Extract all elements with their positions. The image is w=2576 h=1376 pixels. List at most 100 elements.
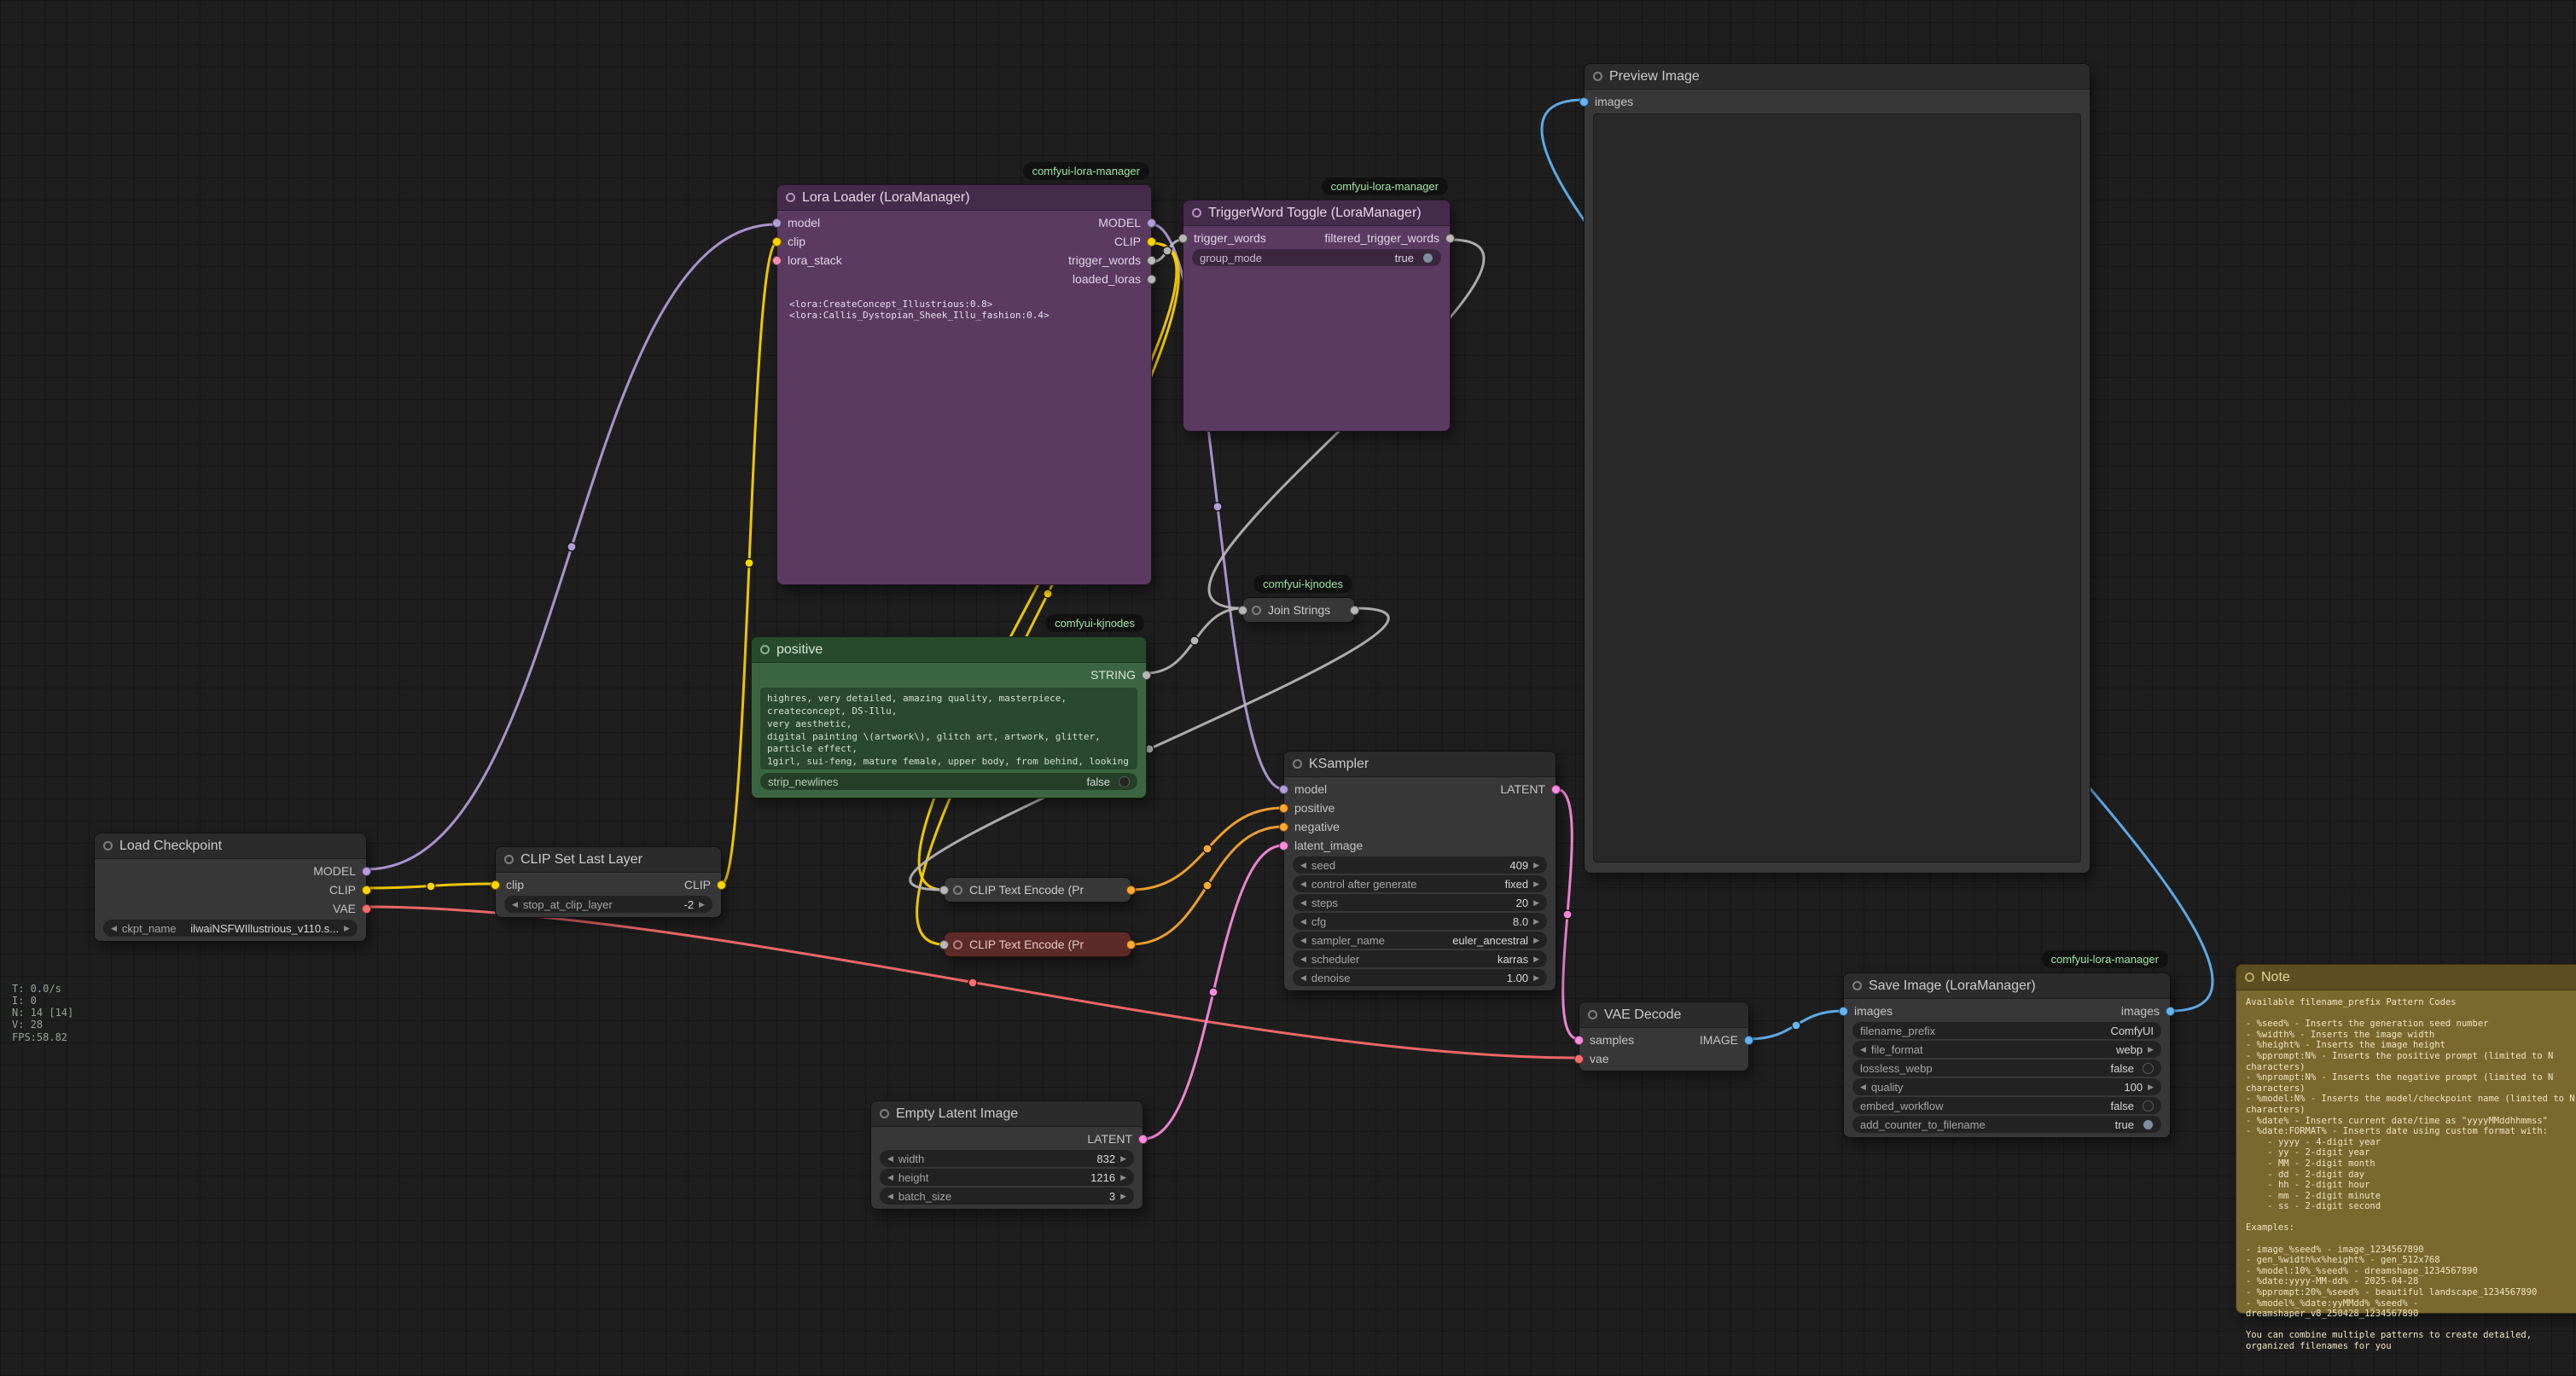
output-port-model[interactable] [1147, 218, 1156, 228]
increment-icon[interactable]: ▶ [1533, 861, 1539, 870]
widget-height[interactable]: ◀ height 1216 ▶ [880, 1169, 1134, 1186]
toggle-on-icon[interactable] [1422, 253, 1433, 264]
lora-syntax-text[interactable]: <lora:CreateConcept_Illustrious:0.8> <lo… [789, 299, 1139, 321]
input-port-lora-stack[interactable] [772, 256, 782, 265]
node-title-bar[interactable]: Join Strings [1243, 598, 1354, 622]
node-clip-text-encode-negative[interactable]: CLIP Text Encode (Pr [944, 932, 1131, 957]
increment-icon[interactable]: ▶ [1120, 1173, 1126, 1182]
widget-seed[interactable]: ◀ seed 409 ▶ [1293, 856, 1547, 874]
collapse-icon[interactable] [103, 841, 113, 851]
input-port-negative[interactable] [1279, 822, 1288, 832]
input-port-model[interactable] [772, 218, 782, 228]
prev-option-icon[interactable]: ◀ [111, 924, 117, 933]
collapse-icon[interactable] [1252, 606, 1261, 615]
next-option-icon[interactable]: ▶ [1533, 955, 1539, 964]
input-port-trigger-words[interactable] [1178, 234, 1188, 243]
note-text[interactable]: Available filename_prefix Pattern Codes … [2246, 997, 2576, 1352]
output-port-conditioning[interactable] [1126, 940, 1136, 949]
input-port[interactable] [939, 940, 949, 949]
input-port-latent-image[interactable] [1279, 841, 1288, 851]
widget-strip-newlines[interactable]: strip_newlines false [760, 773, 1137, 790]
widget-file-format[interactable]: ◀ file_format webp ▶ [1852, 1041, 2161, 1058]
input-port-model[interactable] [1279, 785, 1288, 794]
decrement-icon[interactable]: ◀ [1300, 917, 1306, 926]
next-option-icon[interactable]: ▶ [1533, 880, 1539, 889]
output-port-conditioning[interactable] [1126, 885, 1136, 895]
prev-option-icon[interactable]: ◀ [1300, 936, 1306, 945]
node-title-bar[interactable]: KSampler [1284, 752, 1555, 777]
input-port-vae[interactable] [1574, 1054, 1584, 1064]
node-title-bar[interactable]: VAE Decode [1579, 1002, 1748, 1028]
output-port-filtered-trigger-words[interactable] [1445, 234, 1455, 243]
widget-width[interactable]: ◀ width 832 ▶ [880, 1150, 1134, 1167]
increment-icon[interactable]: ▶ [1533, 917, 1539, 926]
widget-add-counter-to-filename[interactable]: add_counter_to_filename true [1852, 1116, 2161, 1133]
output-port-image[interactable] [1744, 1036, 1753, 1045]
toggle-off-icon[interactable] [2143, 1100, 2154, 1112]
output-port-trigger-words[interactable] [1147, 256, 1156, 265]
increment-icon[interactable]: ▶ [1120, 1154, 1126, 1164]
output-port-model[interactable] [362, 867, 371, 876]
widget-filename-prefix[interactable]: filename_prefix ComfyUI [1852, 1022, 2161, 1039]
collapse-icon[interactable] [1192, 208, 1201, 218]
output-port-clip[interactable] [717, 880, 726, 890]
prev-option-icon[interactable]: ◀ [1300, 955, 1306, 964]
node-title-bar[interactable]: Note [2236, 965, 2576, 990]
widget-ckpt-name[interactable]: ◀ ckpt_name ilwaiNSFWIllustrious_v110.s.… [103, 920, 358, 937]
widget-scheduler[interactable]: ◀ scheduler karras ▶ [1293, 950, 1547, 967]
widget-embed-workflow[interactable]: embed_workflow false [1852, 1097, 2161, 1114]
node-title-bar[interactable]: CLIP Text Encode (Pr [945, 932, 1131, 956]
node-title-bar[interactable]: CLIP Text Encode (Pr [945, 878, 1131, 902]
decrement-icon[interactable]: ◀ [1300, 898, 1306, 908]
decrement-icon[interactable]: ◀ [1300, 861, 1306, 870]
widget-stop-at-clip-layer[interactable]: ◀ stop_at_clip_layer -2 ▶ [504, 896, 712, 913]
input-port-clip[interactable] [491, 880, 500, 890]
output-port-vae[interactable] [362, 904, 371, 914]
collapse-icon[interactable] [2245, 972, 2254, 982]
node-empty-latent-image[interactable]: Empty Latent Image LATENT ◀ width 832 ▶ … [870, 1100, 1143, 1210]
prompt-textarea[interactable]: highres, very detailed, amazing quality,… [760, 688, 1137, 769]
widget-quality[interactable]: ◀ quality 100 ▶ [1852, 1078, 2161, 1095]
output-port-images[interactable] [2166, 1007, 2175, 1016]
collapse-icon[interactable] [953, 885, 962, 895]
collapse-icon[interactable] [953, 940, 962, 949]
node-clip-text-encode-positive[interactable]: CLIP Text Encode (Pr [944, 877, 1131, 903]
next-option-icon[interactable]: ▶ [1533, 936, 1539, 945]
increment-icon[interactable]: ▶ [1533, 898, 1539, 908]
collapse-icon[interactable] [786, 193, 795, 202]
toggle-off-icon[interactable] [2143, 1063, 2154, 1074]
widget-steps[interactable]: ◀ steps 20 ▶ [1293, 894, 1547, 911]
node-load-checkpoint[interactable]: Load Checkpoint MODEL CLIP VAE ◀ ckpt_na… [94, 833, 367, 942]
collapse-icon[interactable] [1593, 72, 1602, 81]
decrement-icon[interactable]: ◀ [887, 1154, 893, 1164]
widget-batch-size[interactable]: ◀ batch_size 3 ▶ [880, 1187, 1134, 1205]
widget-sampler-name[interactable]: ◀ sampler_name euler_ancestral ▶ [1293, 932, 1547, 949]
node-title-bar[interactable]: Empty Latent Image [871, 1101, 1143, 1127]
widget-denoise[interactable]: ◀ denoise 1.00 ▶ [1293, 969, 1547, 986]
node-save-image[interactable]: comfyui-lora-manager Save Image (LoraMan… [1843, 972, 2171, 1138]
node-note[interactable]: Note Available filename_prefix Pattern C… [2236, 964, 2576, 1314]
node-title-bar[interactable]: CLIP Set Last Layer [496, 847, 721, 873]
node-vae-decode[interactable]: VAE Decode samples IMAGE vae [1579, 1002, 1749, 1071]
node-join-strings[interactable]: comfyui-kjnodes Join Strings [1242, 597, 1355, 623]
toggle-on-icon[interactable] [2143, 1119, 2154, 1130]
decrement-icon[interactable]: ◀ [887, 1173, 893, 1182]
node-title-bar[interactable]: Lora Loader (LoraManager) [777, 185, 1151, 211]
widget-control-after-generate[interactable]: ◀ control after generate fixed ▶ [1293, 875, 1547, 892]
collapse-icon[interactable] [1293, 759, 1302, 769]
output-port-latent[interactable] [1138, 1135, 1148, 1144]
node-title-bar[interactable]: Preview Image [1585, 64, 2090, 90]
output-port-string[interactable] [1142, 671, 1151, 680]
widget-group-mode[interactable]: group_mode true [1192, 249, 1441, 266]
collapse-icon[interactable] [504, 855, 514, 864]
collapse-icon[interactable] [1852, 981, 1862, 990]
output-port-clip[interactable] [1147, 237, 1156, 247]
node-clip-set-last-layer[interactable]: CLIP Set Last Layer clip CLIP ◀ stop_at_… [495, 846, 722, 918]
increment-icon[interactable]: ▶ [699, 900, 705, 909]
output-port-clip[interactable] [362, 885, 371, 895]
toggle-off-icon[interactable] [1119, 776, 1130, 787]
node-title-bar[interactable]: Load Checkpoint [95, 833, 366, 859]
increment-icon[interactable]: ▶ [2148, 1083, 2154, 1092]
input-port-images[interactable] [1579, 97, 1589, 107]
output-port-loaded-loras[interactable] [1147, 275, 1156, 284]
